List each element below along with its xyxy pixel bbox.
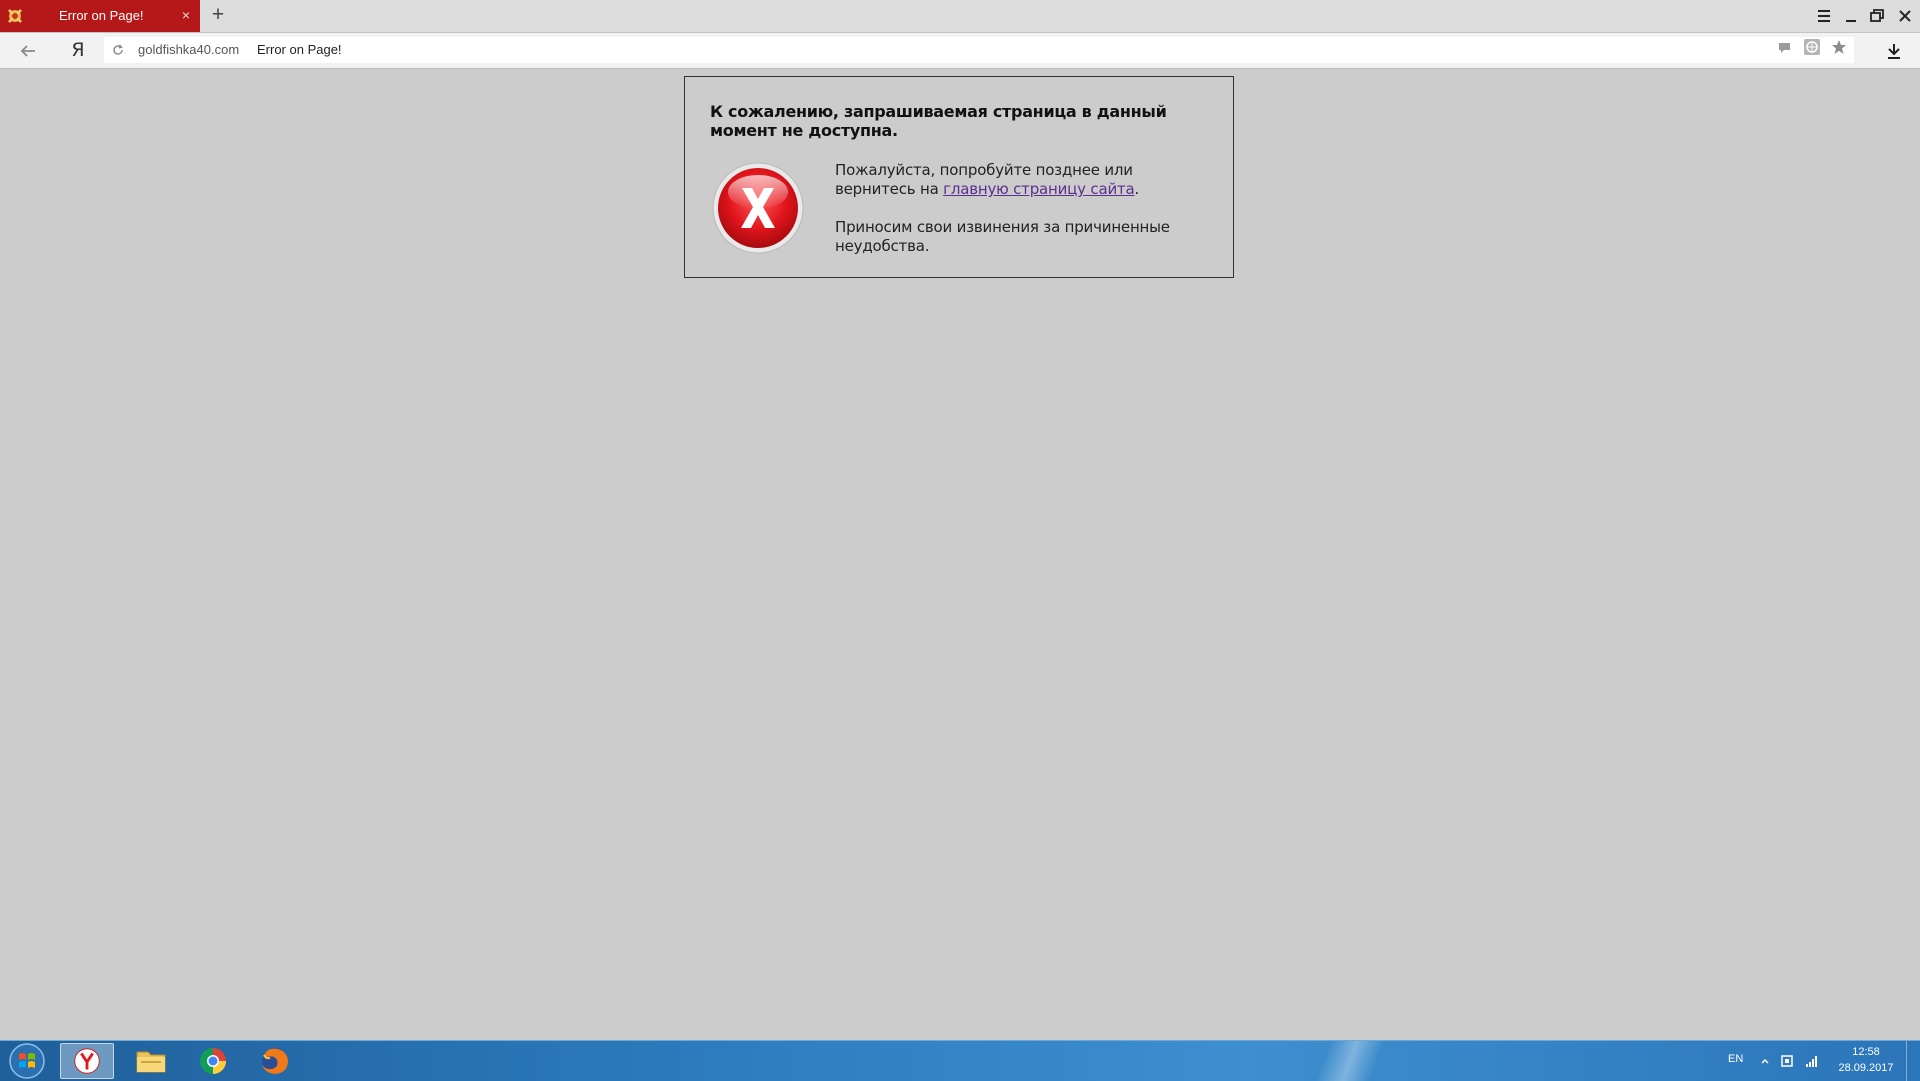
minimize-icon[interactable] — [1840, 6, 1862, 26]
url-field[interactable]: goldfishka40.com Error on Page! — [104, 37, 1854, 63]
tab-title: Error on Page! — [59, 8, 144, 23]
tab-bar: Error on Page! × + — [0, 0, 1920, 33]
network-signal-icon[interactable] — [1804, 1053, 1820, 1069]
yandex-home-button[interactable]: Я — [68, 38, 88, 62]
file-explorer-taskbar-icon[interactable] — [124, 1043, 178, 1079]
bookmark-star-icon[interactable] — [1830, 38, 1848, 56]
firefox-taskbar-icon[interactable] — [248, 1043, 302, 1079]
restore-icon[interactable] — [1866, 6, 1888, 26]
taskbar: EN 12:58 28.09.2017 — [0, 1040, 1920, 1081]
url-domain: goldfishka40.com — [138, 42, 240, 57]
chrome-taskbar-icon[interactable] — [186, 1043, 240, 1079]
homepage-link[interactable]: главную страницу сайта — [943, 180, 1135, 198]
reload-icon[interactable] — [111, 43, 125, 57]
retry-paragraph: Пожалуйста, попробуйте позднее или верни… — [835, 161, 1205, 199]
start-button-icon[interactable] — [4, 1042, 50, 1080]
retry-text-end: . — [1134, 180, 1140, 198]
site-favicon-icon — [8, 9, 22, 23]
tab-close-icon[interactable]: × — [178, 6, 194, 24]
language-indicator[interactable]: EN — [1728, 1053, 1743, 1065]
show-desktop-button[interactable] — [1906, 1041, 1920, 1081]
error-box: К сожалению, запрашиваемая страница в да… — [684, 76, 1234, 278]
menu-icon[interactable] — [1813, 6, 1835, 26]
error-x-icon — [712, 162, 804, 254]
tab-active[interactable]: Error on Page! × — [0, 0, 200, 32]
new-tab-button[interactable]: + — [207, 4, 229, 28]
back-arrow-icon[interactable] — [16, 39, 40, 63]
tray-expand-icon[interactable] — [1757, 1053, 1773, 1069]
clock-time[interactable]: 12:58 — [1840, 1046, 1892, 1058]
protect-icon[interactable] — [1803, 38, 1821, 56]
yandex-browser-taskbar-icon[interactable] — [60, 1043, 114, 1079]
comment-icon[interactable] — [1776, 38, 1794, 56]
address-bar: Я goldfishka40.com Error on Page! — [0, 33, 1920, 69]
clock-date[interactable]: 28.09.2017 — [1834, 1062, 1898, 1074]
apology-text: Приносим свои извинения за причиненные н… — [835, 218, 1170, 255]
error-heading: К сожалению, запрашиваемая страница в да… — [710, 102, 1167, 140]
error-message: Пожалуйста, попробуйте позднее или верни… — [835, 161, 1205, 275]
url-page-title: Error on Page! — [257, 42, 342, 57]
close-window-icon[interactable] — [1894, 6, 1916, 26]
tray-app-icon[interactable] — [1779, 1053, 1795, 1069]
download-icon[interactable] — [1883, 40, 1905, 62]
